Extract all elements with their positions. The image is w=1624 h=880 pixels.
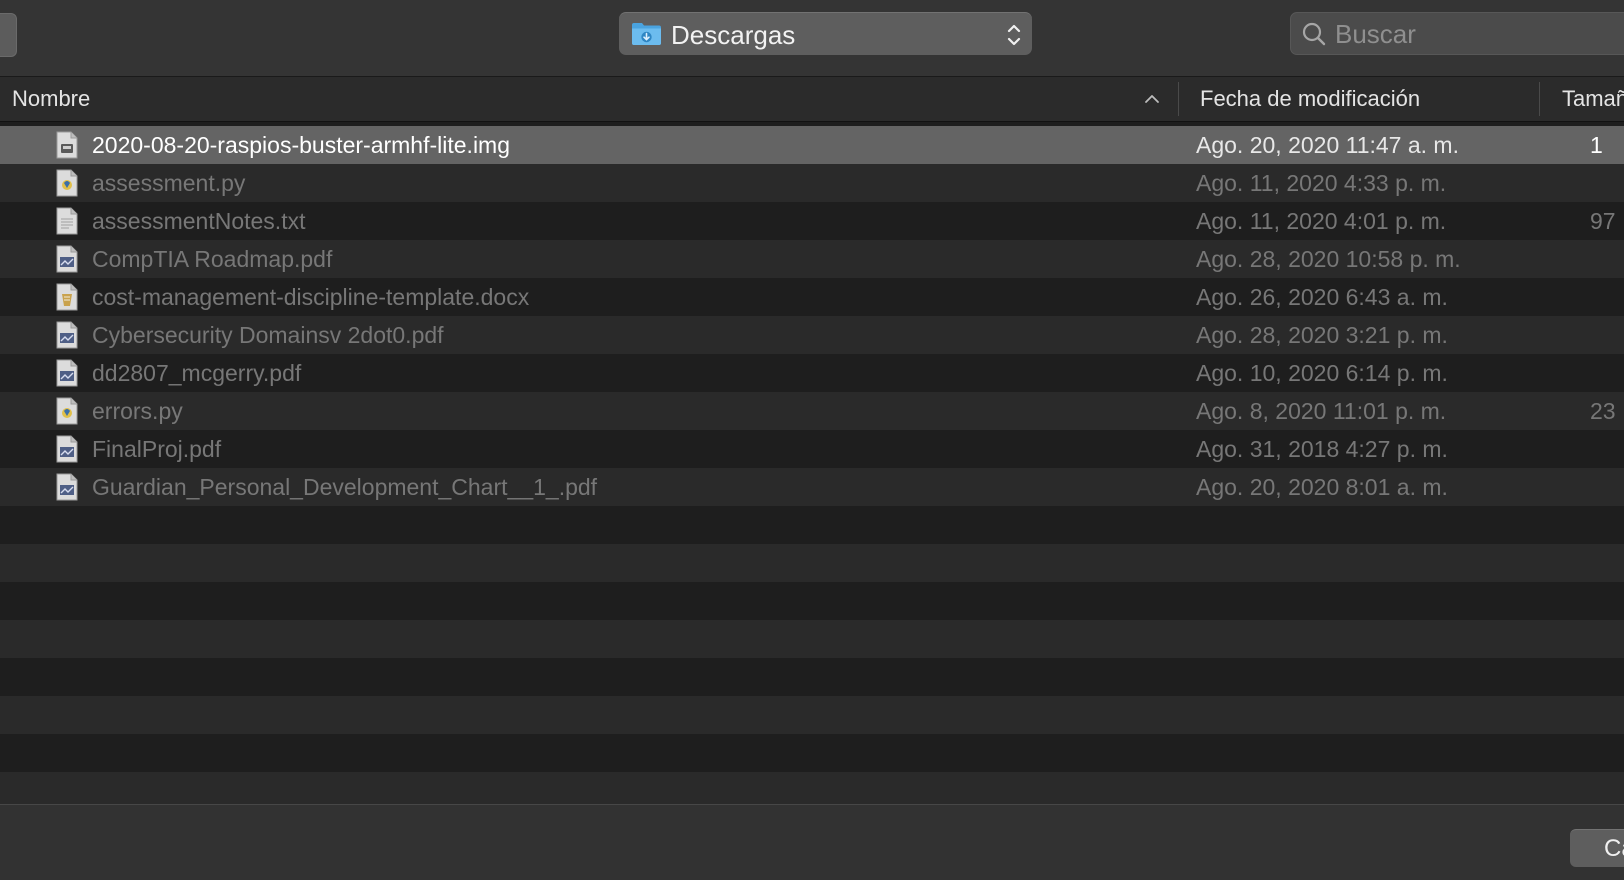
file-row[interactable]: 2020-08-20-raspios-buster-armhf-lite.img… — [0, 126, 1624, 164]
empty-row — [0, 506, 1624, 544]
empty-row — [0, 734, 1624, 772]
file-name: assessment.py — [92, 170, 246, 196]
file-date: Ago. 20, 2020 8:01 a. m. — [1196, 474, 1448, 500]
file-row[interactable]: Guardian_Personal_Development_Chart__1_.… — [0, 468, 1624, 506]
pdf-file-icon — [56, 245, 78, 273]
file-name: CompTIA Roadmap.pdf — [92, 246, 333, 272]
chevron-up-down-icon — [1007, 24, 1021, 46]
file-list[interactable]: 2020-08-20-raspios-buster-armhf-lite.img… — [0, 126, 1624, 806]
empty-row — [0, 582, 1624, 620]
search-icon — [1302, 22, 1326, 46]
dialog-bottom-bar: Cancelar — [0, 804, 1624, 880]
file-date: Ago. 10, 2020 6:14 p. m. — [1196, 360, 1448, 386]
cancel-button[interactable]: Cancelar — [1570, 829, 1624, 867]
empty-row — [0, 772, 1624, 806]
file-name: errors.py — [92, 398, 183, 424]
file-row[interactable]: errors.py Ago. 8, 2020 11:01 p. m. 23 — [0, 392, 1624, 430]
file-date: Ago. 28, 2020 3:21 p. m. — [1196, 322, 1448, 348]
pdf-file-icon — [56, 359, 78, 387]
downloads-folder-icon — [632, 23, 661, 45]
empty-row — [0, 620, 1624, 658]
column-header-date[interactable]: Fecha de modificación — [1200, 77, 1540, 121]
file-row[interactable]: CompTIA Roadmap.pdf Ago. 28, 2020 10:58 p… — [0, 240, 1624, 278]
file-name: dd2807_mcgerry.pdf — [92, 360, 302, 386]
file-name: assessmentNotes.txt — [92, 208, 306, 234]
pdf-file-icon — [56, 473, 78, 501]
file-name: FinalProj.pdf — [92, 436, 222, 462]
column-divider[interactable] — [1539, 82, 1540, 116]
disk-image-icon — [56, 131, 78, 159]
file-name: 2020-08-20-raspios-buster-armhf-lite.img — [92, 132, 510, 158]
file-date: Ago. 26, 2020 6:43 a. m. — [1196, 284, 1448, 310]
sidebar-toggle-button[interactable] — [0, 13, 17, 57]
file-row[interactable]: cost-management-discipline-template.docx… — [0, 278, 1624, 316]
file-name: Guardian_Personal_Development_Chart__1_.… — [92, 474, 598, 500]
dialog-toolbar: Descargas — [0, 0, 1624, 77]
pdf-file-icon — [56, 321, 78, 349]
file-date: Ago. 28, 2020 10:58 p. m. — [1196, 246, 1461, 272]
search-input[interactable] — [1335, 17, 1605, 51]
file-size: 23 — [1590, 398, 1616, 424]
text-file-icon — [56, 207, 78, 235]
file-open-dialog: Descargas Nombre Fecha de modificación T… — [0, 0, 1624, 880]
file-date: Ago. 11, 2020 4:01 p. m. — [1196, 208, 1447, 234]
column-header-name[interactable]: Nombre — [12, 77, 1162, 121]
column-header: Nombre Fecha de modificación Tamaño — [0, 77, 1624, 122]
file-row[interactable]: dd2807_mcgerry.pdf Ago. 10, 2020 6:14 p. … — [0, 354, 1624, 392]
file-size: 97 — [1590, 208, 1616, 234]
column-header-size[interactable]: Tamaño — [1562, 77, 1624, 121]
file-row[interactable]: FinalProj.pdf Ago. 31, 2018 4:27 p. m. — [0, 430, 1624, 468]
search-field[interactable] — [1290, 12, 1624, 55]
python-file-icon — [56, 397, 78, 425]
python-file-icon — [56, 169, 78, 197]
file-row[interactable]: assessmentNotes.txt Ago. 11, 2020 4:01 p.… — [0, 202, 1624, 240]
file-date: Ago. 8, 2020 11:01 p. m. — [1196, 398, 1447, 424]
docx-file-icon — [56, 283, 78, 311]
file-date: Ago. 20, 2020 11:47 a. m. — [1196, 132, 1459, 158]
location-popup-button[interactable]: Descargas — [619, 12, 1032, 55]
file-row[interactable]: Cybersecurity Domainsv 2dot0.pdf Ago. 28,… — [0, 316, 1624, 354]
file-size: 1 — [1590, 132, 1603, 158]
empty-row — [0, 658, 1624, 696]
sort-ascending-icon — [1145, 95, 1159, 103]
column-divider[interactable] — [1178, 82, 1179, 116]
pdf-file-icon — [56, 435, 78, 463]
file-row[interactable]: assessment.py Ago. 11, 2020 4:33 p. m. — [0, 164, 1624, 202]
file-name: cost-management-discipline-template.docx — [92, 284, 530, 310]
file-date: Ago. 31, 2018 4:27 p. m. — [1196, 436, 1448, 462]
location-label: Descargas — [671, 20, 796, 50]
empty-row — [0, 544, 1624, 582]
file-date: Ago. 11, 2020 4:33 p. m. — [1196, 170, 1447, 196]
empty-row — [0, 696, 1624, 734]
file-name: Cybersecurity Domainsv 2dot0.pdf — [92, 322, 444, 348]
